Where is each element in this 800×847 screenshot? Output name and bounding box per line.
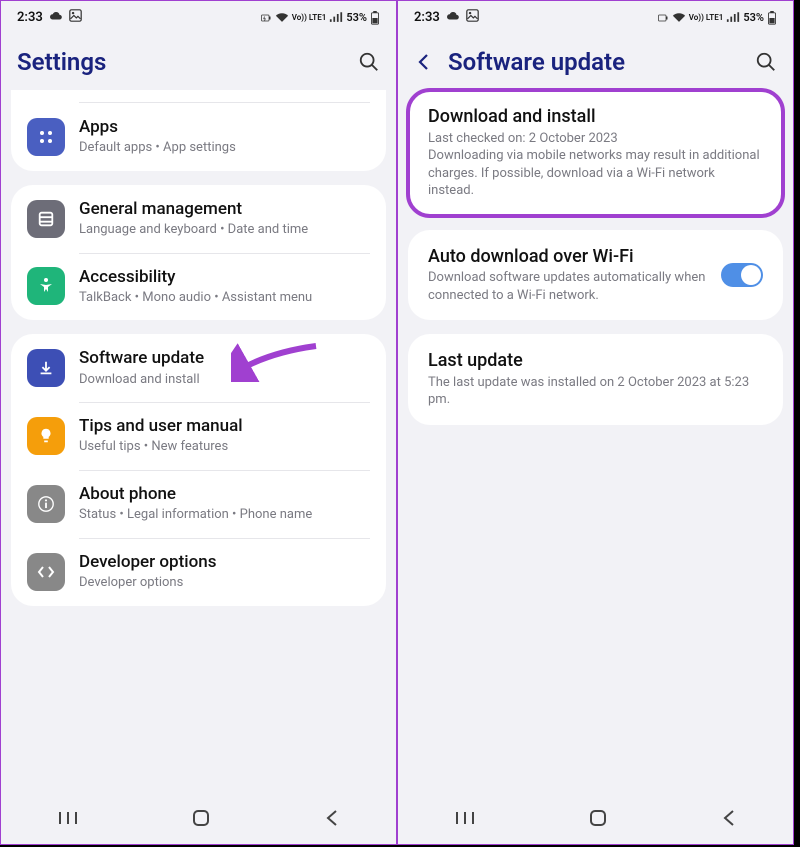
status-time: 2:33 xyxy=(414,10,440,25)
cloud-icon xyxy=(446,10,460,25)
row-title: Developer options xyxy=(79,552,370,573)
search-icon[interactable] xyxy=(358,51,380,73)
settings-row-about[interactable]: About phone Status • Legal information •… xyxy=(11,470,386,538)
developer-icon xyxy=(27,553,65,591)
image-icon xyxy=(466,9,479,26)
download-install-card: Download and install Last checked on: 2 … xyxy=(408,90,783,216)
settings-row-general[interactable]: General management Language and keyboard… xyxy=(11,185,386,253)
search-icon[interactable] xyxy=(755,51,777,73)
settings-row-apps[interactable]: Apps Default apps • App settings xyxy=(11,103,386,171)
phone-left-settings: 2:33 Vo)) LTE1 53% Settings xyxy=(0,0,397,845)
row-sub: Last checked on: 2 October 2023 Download… xyxy=(428,130,763,200)
settings-card-1: Apps Default apps • App settings xyxy=(11,90,386,171)
nav-bar xyxy=(398,796,793,844)
auto-download-row[interactable]: Auto download over Wi-Fi Download softwa… xyxy=(408,230,783,321)
nav-back[interactable] xyxy=(325,809,339,831)
settings-row-tips[interactable]: Tips and user manual Useful tips • New f… xyxy=(11,402,386,470)
page-title: Settings xyxy=(17,48,358,76)
signal-icon xyxy=(726,12,740,23)
page-title: Software update xyxy=(448,48,755,76)
row-sub: The last update was installed on 2 Octob… xyxy=(428,374,763,409)
status-bar: 2:33 Vo)) LTE1 53% xyxy=(1,1,396,30)
battery-icon xyxy=(767,11,777,25)
accessibility-icon xyxy=(27,267,65,305)
row-title: Apps xyxy=(79,117,370,138)
signal-icon xyxy=(329,12,343,23)
settings-row-software-update[interactable]: Software update Download and install xyxy=(11,334,386,402)
battery-saver-icon xyxy=(260,12,272,24)
wifi-icon xyxy=(672,12,686,23)
software-update-header: Software update xyxy=(398,30,793,90)
nav-recents[interactable] xyxy=(58,810,78,830)
apps-icon xyxy=(27,118,65,156)
battery-icon xyxy=(370,11,380,25)
phone-right-software-update: 2:33 Vo)) LTE1 53% Software update xyxy=(397,0,794,845)
status-bar: 2:33 Vo)) LTE1 53% xyxy=(398,1,793,30)
volte-icon: Vo)) LTE1 xyxy=(292,14,327,22)
settings-card-3: Software update Download and install Tip… xyxy=(11,334,386,605)
row-sub: Language and keyboard • Date and time xyxy=(79,221,370,239)
download-install-row[interactable]: Download and install Last checked on: 2 … xyxy=(408,90,783,216)
row-title: Software update xyxy=(79,348,370,369)
row-title: Last update xyxy=(428,350,763,373)
row-sub: Download software updates automatically … xyxy=(428,269,711,304)
status-battery: 53% xyxy=(346,11,367,24)
nav-home[interactable] xyxy=(589,809,607,831)
row-sub: Download and install xyxy=(79,371,370,389)
general-icon xyxy=(27,200,65,238)
status-time: 2:33 xyxy=(17,10,43,25)
last-update-row[interactable]: Last update The last update was installe… xyxy=(408,334,783,425)
row-title: Accessibility xyxy=(79,267,370,288)
row-title: Tips and user manual xyxy=(79,416,370,437)
nav-recents[interactable] xyxy=(455,810,475,830)
row-sub: TalkBack • Mono audio • Assistant menu xyxy=(79,289,370,307)
status-battery: 53% xyxy=(743,11,764,24)
settings-header: Settings xyxy=(1,30,396,90)
software-update-icon xyxy=(27,349,65,387)
settings-row-accessibility[interactable]: Accessibility TalkBack • Mono audio • As… xyxy=(11,253,386,321)
about-icon xyxy=(27,485,65,523)
nav-back[interactable] xyxy=(722,809,736,831)
nav-bar xyxy=(1,796,396,844)
auto-download-toggle[interactable] xyxy=(721,263,763,287)
back-icon[interactable] xyxy=(414,52,434,72)
row-sub: Useful tips • New features xyxy=(79,438,370,456)
cloud-icon xyxy=(49,10,63,25)
volte-icon: Vo)) LTE1 xyxy=(689,14,724,22)
settings-row-developer[interactable]: Developer options Developer options xyxy=(11,538,386,606)
auto-download-card: Auto download over Wi-Fi Download softwa… xyxy=(408,230,783,321)
tips-icon xyxy=(27,417,65,455)
settings-card-2: General management Language and keyboard… xyxy=(11,185,386,321)
image-icon xyxy=(69,9,82,26)
row-title: Download and install xyxy=(428,106,763,129)
wifi-icon xyxy=(275,12,289,23)
row-title: Auto download over Wi-Fi xyxy=(428,246,711,269)
last-update-card: Last update The last update was installe… xyxy=(408,334,783,425)
row-title: General management xyxy=(79,199,370,220)
row-sub: Developer options xyxy=(79,574,370,592)
battery-saver-icon xyxy=(657,12,669,24)
row-sub: Default apps • App settings xyxy=(79,139,370,157)
nav-home[interactable] xyxy=(192,809,210,831)
row-sub: Status • Legal information • Phone name xyxy=(79,506,370,524)
row-title: About phone xyxy=(79,484,370,505)
